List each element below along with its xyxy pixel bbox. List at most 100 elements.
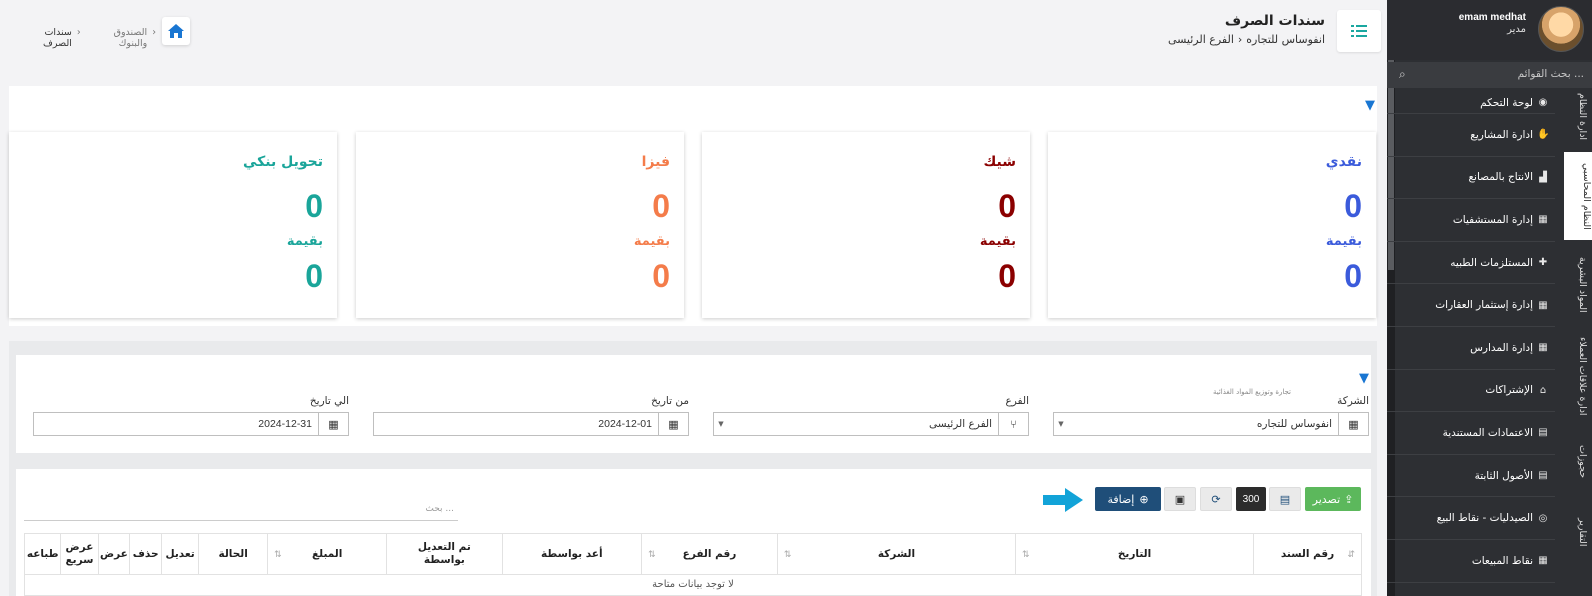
sidebar-item-dashboard[interactable]: ◉ لوحة التحكم <box>1387 92 1555 114</box>
stat-card-count: 0 <box>1344 188 1362 224</box>
sidebar-item-pos[interactable]: ▦ نقاط المبيعات <box>1387 540 1555 583</box>
tab-crm[interactable]: ادارة علاقات العملاء <box>1562 330 1588 422</box>
sidebar-item-letters-of-credit[interactable]: ▤ الاعتمادات المستندية <box>1387 412 1555 455</box>
sort-icon[interactable]: ⇅ <box>1022 550 1030 561</box>
sort-icon[interactable]: ⇅ <box>648 550 656 561</box>
company-select[interactable]: ▼ انفوساس للتجاره ▦ <box>1053 412 1369 436</box>
sidebar-item-medical-supplies[interactable]: ✚ المستلزمات الطبيه <box>1387 242 1555 285</box>
col-amount[interactable]: المبلغ ⇅ <box>267 534 386 574</box>
dashboard-icon: ◉ <box>1538 97 1548 108</box>
clipboard-icon: ▣ <box>1174 492 1186 506</box>
tab-bookings[interactable]: حجوزات <box>1562 432 1588 492</box>
stat-card-value-label: بقيمة <box>633 234 670 249</box>
sort-icon[interactable]: ⇵ <box>1347 550 1355 561</box>
col-delete: حذف <box>129 534 161 574</box>
user-profile[interactable]: emam medhat مدير <box>1387 0 1592 60</box>
stat-card-visa: فيزا 0 بقيمة 0 <box>356 132 684 318</box>
sidebar-item-projects[interactable]: ✋ ادارة المشاريع <box>1387 114 1555 157</box>
sidebar-item-hospitals[interactable]: ▦ إدارة المستشفيات <box>1387 199 1555 242</box>
menu-toggle-button[interactable] <box>1337 10 1381 52</box>
branch-icon: ⑂ <box>998 413 1028 435</box>
stat-card-value: 0 <box>1344 258 1362 294</box>
breadcrumb-cash-banks[interactable]: الصندوق والبنوك <box>86 27 148 49</box>
refresh-icon: ⟳ <box>1211 492 1221 506</box>
sidebar-item-fixed-assets[interactable]: ▤ الأصول الثابتة <box>1387 455 1555 498</box>
home-button[interactable] <box>162 17 190 45</box>
arrow-right-icon <box>1043 488 1083 512</box>
stat-card-count: 0 <box>305 188 323 224</box>
branch-select[interactable]: ▼ الفرع الرئيسى ⑂ <box>713 412 1029 436</box>
breadcrumb-company[interactable]: انفوساس للتجاره <box>1246 33 1325 46</box>
table-icon: ▤ <box>1279 492 1291 506</box>
bank-icon: ⌂ <box>1539 384 1547 396</box>
columns-button[interactable]: ▤ <box>1269 487 1301 511</box>
sidebar-item-label: إدارة المدارس <box>1470 341 1533 354</box>
tab-system-admin[interactable]: ادارة النظام <box>1562 92 1588 142</box>
sidebar-search-placeholder: بحث القوائم ... <box>1517 68 1584 80</box>
user-name: emam medhat <box>1458 12 1526 23</box>
chevron-left-icon: ‹ <box>152 27 156 38</box>
sidebar-item-schools[interactable]: ▦ إدارة المدارس <box>1387 327 1555 370</box>
col-modified-by[interactable]: تم التعديل بواسطة <box>386 534 501 574</box>
stat-card-value: 0 <box>998 258 1016 294</box>
col-label: عرض سريع <box>65 541 94 566</box>
store-icon: ▦ <box>1538 555 1548 567</box>
stats-panel: ▼ نقدي 0 بقيمة 0 شيك 0 بقيمة 0 فيزا 0 بق… <box>9 86 1377 326</box>
company-label: الشركة <box>1337 395 1369 407</box>
add-button[interactable]: إضافة ⊕ <box>1095 487 1161 511</box>
tab-hr[interactable]: المواد البشرية <box>1562 250 1588 320</box>
sort-icon[interactable]: ⇅ <box>784 550 792 561</box>
sidebar-item-label: نقاط المبيعات <box>1471 554 1533 567</box>
to-date-label: الي تاريخ <box>309 395 349 407</box>
col-view: عرض <box>97 534 130 574</box>
col-date[interactable]: التاريخ ⇅ <box>1014 534 1253 574</box>
report-button[interactable]: ▣ <box>1164 487 1196 511</box>
col-branch-no[interactable]: رقم الفرع ⇅ <box>641 534 777 574</box>
col-created-by[interactable]: أعد بواسطة <box>501 534 642 574</box>
sidebar: emam medhat مدير بحث القوائم ... ⌕ ادارة… <box>1387 0 1592 596</box>
sidebar-search-input[interactable]: بحث القوائم ... ⌕ <box>1387 62 1592 88</box>
col-print: طباعه <box>25 534 60 574</box>
export-button[interactable]: تصدير ⇪ <box>1305 487 1361 511</box>
filter-icon[interactable]: ▼ <box>1359 371 1369 386</box>
breadcrumb-branch[interactable]: الفرع الرئيسى <box>1168 33 1234 46</box>
building-icon: ▦ <box>1538 299 1548 311</box>
add-label: إضافة <box>1107 492 1135 506</box>
search-icon: ⌕ <box>1399 67 1406 81</box>
tab-accounting[interactable]: النظام المحاسبي <box>1564 152 1592 240</box>
stat-card-title: تحويل بنكي <box>242 154 323 170</box>
plus-circle-icon: ⊕ <box>1139 492 1149 506</box>
from-date-input[interactable]: 2024-12-01 ▦ <box>373 412 689 436</box>
col-quick-view: عرض سريع <box>60 534 97 574</box>
sidebar-menu: ◉ لوحة التحكم ✋ ادارة المشاريع ▟ الانتاج با… <box>1387 92 1555 583</box>
filter-icon[interactable]: ▼ <box>1365 98 1375 113</box>
col-edit: تعديل <box>160 534 198 574</box>
chevron-left-icon: ‹ <box>1237 33 1243 46</box>
vouchers-table-panel: تصدير ⇪ ▤ 300 ⟳ ▣ إضافة ⊕ بحث ... رقم ال… <box>16 469 1371 596</box>
col-label: عرض <box>100 547 128 560</box>
refresh-button[interactable]: ⟳ <box>1200 487 1232 511</box>
sidebar-item-subscriptions[interactable]: ⌂ الإشتراكات <box>1387 370 1555 413</box>
col-label: التاريخ <box>1117 547 1152 560</box>
col-status[interactable]: الحالة <box>198 534 267 574</box>
col-voucher-no[interactable]: رقم السند ⇵ <box>1253 534 1361 574</box>
table-search-placeholder: بحث ... <box>425 504 454 514</box>
sort-icon[interactable]: ⇅ <box>274 550 282 561</box>
chevron-left-icon: ‹ <box>76 27 81 38</box>
breadcrumb-current: سندات الصرف <box>43 27 72 49</box>
page-size-button[interactable]: 300 <box>1236 487 1266 511</box>
calendar-icon[interactable]: ▦ <box>658 413 688 435</box>
to-date-input[interactable]: 2024-12-31 ▦ <box>33 412 349 436</box>
avatar[interactable] <box>1538 6 1584 52</box>
table-search-input[interactable]: بحث ... <box>24 501 458 521</box>
sidebar-item-pharmacies[interactable]: ◎ الصيدليات - نقاط البيع <box>1387 497 1555 540</box>
calendar-icon[interactable]: ▦ <box>318 413 348 435</box>
to-date-value: 2024-12-31 <box>258 418 312 430</box>
chevron-down-icon: ▼ <box>1058 420 1064 428</box>
sidebar-item-label: الإشتراكات <box>1485 384 1533 397</box>
sidebar-item-real-estate[interactable]: ▦ إدارة إستثمار العقارات <box>1387 284 1555 327</box>
tab-reports[interactable]: التقارير <box>1562 502 1588 562</box>
col-company[interactable]: الشركة ⇅ <box>776 534 1015 574</box>
sidebar-item-factory-production[interactable]: ▟ الانتاج بالمصانع <box>1387 157 1555 200</box>
stat-card-value: 0 <box>305 258 323 294</box>
